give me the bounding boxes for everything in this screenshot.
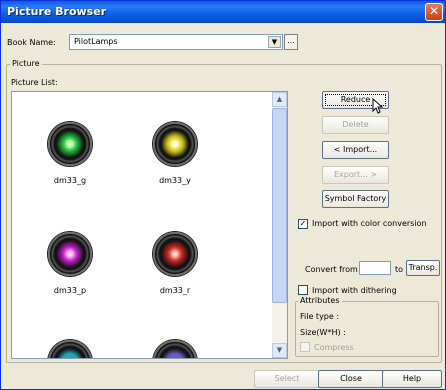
delete-button[interactable]: Delete bbox=[322, 116, 389, 134]
convert-to-label: to bbox=[395, 265, 404, 274]
picture-list[interactable]: dm33_g dm33_y dm33_p dm33_r ▲ ▼ bbox=[11, 91, 288, 359]
import-button[interactable]: < Import... bbox=[322, 141, 389, 159]
picture-group-title: Picture bbox=[10, 59, 42, 68]
picture-tile[interactable]: dm33_y bbox=[135, 122, 215, 185]
close-window-button[interactable]: ✕ bbox=[425, 3, 443, 21]
picture-name: dm33_g bbox=[53, 176, 87, 185]
picture-tile[interactable]: dm33_p bbox=[30, 232, 110, 295]
import-color-conversion-label: Import with color conversion bbox=[312, 219, 427, 228]
select-button[interactable]: Select bbox=[254, 370, 320, 388]
picture-tile[interactable]: dm33_g bbox=[30, 122, 110, 185]
browse-book-button[interactable]: ... bbox=[284, 34, 298, 50]
chevron-down-icon[interactable]: ▼ bbox=[268, 36, 281, 48]
close-icon: ✕ bbox=[428, 4, 440, 18]
scrollbar-thumb[interactable] bbox=[272, 108, 287, 303]
compress-checkbox[interactable] bbox=[300, 342, 310, 352]
symbol-factory-button[interactable]: Symbol Factory bbox=[322, 190, 389, 208]
file-type-label: File type : bbox=[300, 312, 340, 321]
title-bar[interactable]: Picture Browser ✕ bbox=[1, 1, 445, 23]
compress-label: Compress bbox=[314, 343, 354, 352]
book-name-value: PilotLamps bbox=[74, 37, 118, 46]
checkmark-icon: ✓ bbox=[299, 219, 307, 228]
picture-browser-window: Picture Browser ✕ Book Name: PilotLamps … bbox=[0, 0, 446, 390]
pilot-lamp-thumbnail bbox=[153, 232, 197, 276]
picture-tile[interactable] bbox=[135, 340, 215, 358]
picture-name: dm33_y bbox=[159, 176, 191, 185]
window-title: Picture Browser bbox=[7, 5, 107, 18]
convert-from-label: Convert from bbox=[305, 265, 358, 274]
pointer-icon bbox=[372, 98, 384, 114]
attributes-title: Attributes bbox=[298, 296, 342, 305]
size-label: Size(W*H) : bbox=[300, 328, 346, 337]
picture-name: dm33_r bbox=[159, 286, 191, 295]
import-dithering-label: Import with dithering bbox=[312, 286, 397, 295]
pilot-lamp-thumbnail bbox=[48, 340, 92, 358]
help-button[interactable]: Help bbox=[382, 370, 442, 388]
scroll-down-icon[interactable]: ▼ bbox=[272, 343, 287, 358]
book-name-combobox[interactable]: PilotLamps ▼ bbox=[69, 34, 283, 50]
picture-name: dm33_p bbox=[53, 286, 87, 295]
pilot-lamp-thumbnail bbox=[153, 122, 197, 166]
pilot-lamp-thumbnail bbox=[153, 340, 197, 358]
pilot-lamp-thumbnail bbox=[48, 232, 92, 276]
import-dithering-checkbox[interactable] bbox=[298, 285, 308, 295]
pilot-lamp-thumbnail bbox=[48, 122, 92, 166]
transparent-color-button[interactable]: Transp. bbox=[406, 260, 440, 276]
scroll-up-icon[interactable]: ▲ bbox=[272, 92, 287, 107]
convert-from-input[interactable] bbox=[359, 261, 391, 275]
picture-tile[interactable]: dm33_r bbox=[135, 232, 215, 295]
picture-list-label: Picture List: bbox=[11, 78, 58, 87]
picture-tile[interactable] bbox=[30, 340, 110, 358]
import-color-conversion-checkbox[interactable]: ✓ bbox=[298, 219, 308, 229]
export-button[interactable]: Export... > bbox=[322, 166, 389, 184]
close-button[interactable]: Close bbox=[318, 370, 384, 388]
book-name-label: Book Name: bbox=[7, 38, 56, 47]
vertical-scrollbar[interactable]: ▲ ▼ bbox=[272, 92, 287, 358]
